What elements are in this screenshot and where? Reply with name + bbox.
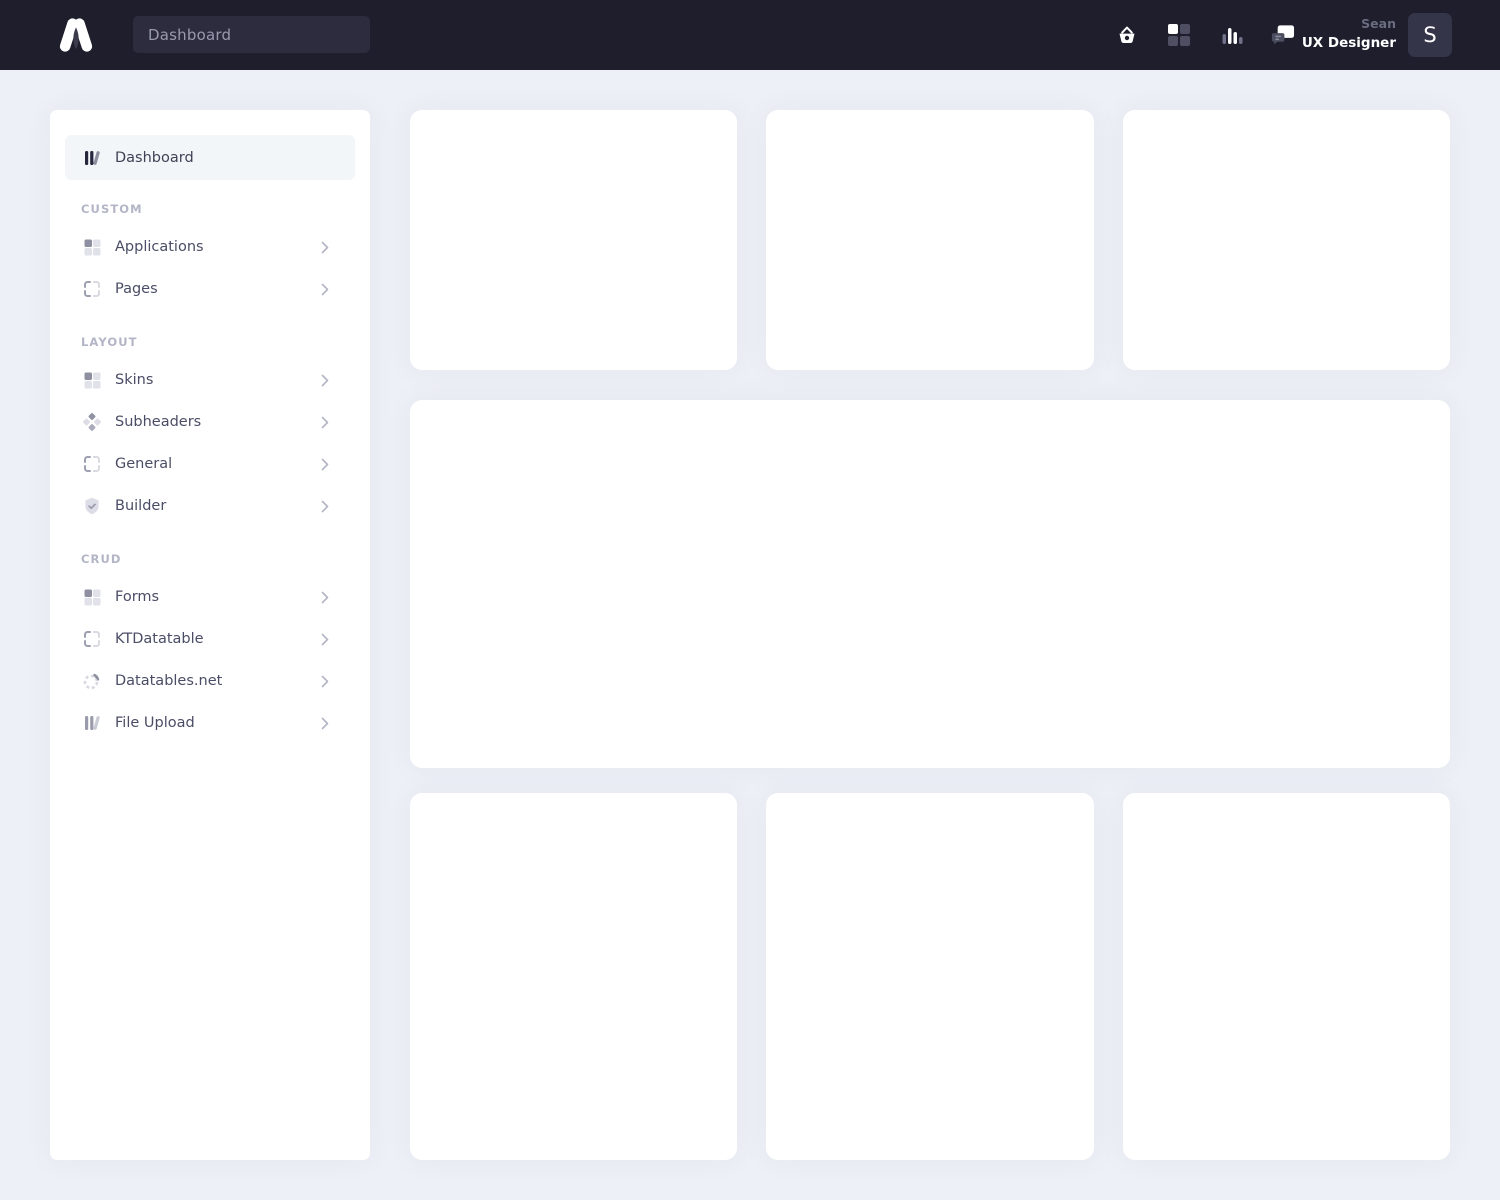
sidebar-item-ktdatatable[interactable]: KTDatatable [65,618,355,660]
topbar: Dashboard [0,0,1500,70]
sidebar-item-datatables-net[interactable]: Datatables.net [65,660,355,702]
sidebar-item-applications[interactable]: Applications [65,226,355,268]
sidebar-item-label: Forms [115,589,321,605]
chevron-right-icon [321,500,329,513]
card-top-center [766,110,1093,370]
user-role: UX Designer [1302,33,1396,53]
sidebar: Dashboard CUSTOM Applications [50,110,370,1160]
sidebar-item-general[interactable]: General [65,443,355,485]
card-bottom-right [1123,793,1450,1160]
library-icon [82,713,102,733]
sidebar-item-dashboard[interactable]: Dashboard [65,135,355,180]
shield-check-icon [82,496,102,516]
blocks-icon [82,370,102,390]
chevron-right-icon [321,458,329,471]
cards-row-top [410,110,1450,370]
chat-icon[interactable] [1270,22,1295,48]
blocks-icon [82,237,102,257]
bar-chart-icon[interactable] [1218,22,1243,48]
sidebar-item-label: Applications [115,239,321,255]
topbar-quick-actions [1114,22,1295,48]
chevron-right-icon [321,374,329,387]
metronic-logo-icon[interactable] [52,13,100,57]
crop-icon [82,629,102,649]
user-avatar[interactable]: S [1408,13,1452,57]
card-top-right [1123,110,1450,370]
user-menu[interactable]: Sean UX Designer [1302,15,1396,53]
chevron-right-icon [321,675,329,688]
sidebar-item-label: Datatables.net [115,673,321,689]
sidebar-item-builder[interactable]: Builder [65,485,355,527]
section-header-crud: CRUD [65,552,355,566]
section-header-layout: LAYOUT [65,335,355,349]
sidebar-item-skins[interactable]: Skins [65,359,355,401]
section-header-custom: CUSTOM [65,202,355,216]
cards-row-bottom [410,793,1450,1160]
sidebar-item-subheaders[interactable]: Subheaders [65,401,355,443]
sidebar-item-label: KTDatatable [115,631,321,647]
sidebar-item-label: Builder [115,498,321,514]
card-bottom-left [410,793,737,1160]
card-middle-wide [410,400,1450,768]
sidebar-item-file-upload[interactable]: File Upload [65,702,355,744]
chevron-right-icon [321,283,329,296]
user-name: Sean [1302,15,1396,33]
chevron-right-icon [321,416,329,429]
page-title: Dashboard [148,26,231,44]
sidebar-item-label: Dashboard [115,150,329,166]
crop-icon [82,279,102,299]
avatar-initial: S [1423,23,1436,47]
card-top-left [410,110,737,370]
dots-icon [82,412,102,432]
chevron-right-icon [321,633,329,646]
library-icon [82,148,102,168]
dashboard-page: Dashboard [0,0,1500,1200]
card-bottom-center [766,793,1093,1160]
chevron-right-icon [321,591,329,604]
spinner-arrow-icon [82,671,102,691]
basket-icon[interactable] [1114,22,1139,48]
apps-grid-icon[interactable] [1166,22,1191,48]
sidebar-item-label: File Upload [115,715,321,731]
chevron-right-icon [321,717,329,730]
blocks-icon [82,587,102,607]
sidebar-item-label: Pages [115,281,321,297]
crop-icon [82,454,102,474]
chevron-right-icon [321,241,329,254]
sidebar-item-label: General [115,456,321,472]
sidebar-item-label: Subheaders [115,414,321,430]
sidebar-item-label: Skins [115,372,321,388]
sidebar-item-forms[interactable]: Forms [65,576,355,618]
sidebar-item-pages[interactable]: Pages [65,268,355,310]
page-title-box[interactable]: Dashboard [133,16,370,53]
